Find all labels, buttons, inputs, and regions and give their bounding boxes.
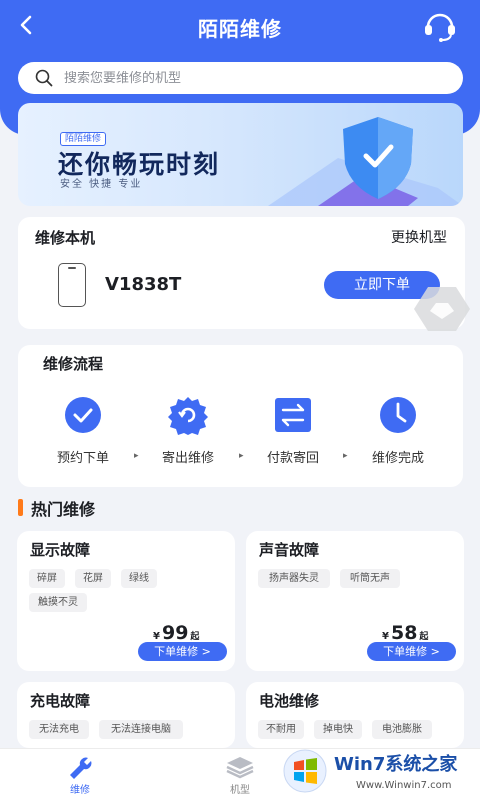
repair-process-card: 维修流程 预约下单 ▸ 寄出维修 ▸ 付款寄回 ▸ 维修完成 — [18, 345, 463, 487]
section-accent-bar — [18, 499, 23, 516]
headset-icon[interactable] — [422, 9, 458, 43]
step-arrow: ▸ — [343, 451, 348, 461]
step-arrow: ▸ — [134, 451, 139, 461]
fault-tag[interactable]: 无法连接电脑 — [99, 720, 183, 739]
wrench-icon — [66, 755, 94, 779]
fault-tag[interactable]: 掉电快 — [314, 720, 362, 739]
process-step-label: 维修完成 — [371, 451, 424, 466]
repair-card-title: 充电故障 — [30, 692, 91, 710]
repair-card-title: 电池维修 — [259, 692, 320, 710]
repair-card-title: 显示故障 — [30, 541, 91, 559]
fault-tag[interactable]: 电池膨胀 — [372, 720, 432, 739]
device-model: V1838T — [105, 274, 182, 295]
tab-repair[interactable]: 维修 — [20, 749, 140, 800]
promo-banner[interactable]: 陌陌维修 还你畅玩时刻 安全 快捷 专业 — [18, 103, 463, 206]
order-repair-button[interactable]: 下单维修 > — [367, 642, 456, 661]
price-label: ¥58 起 — [382, 622, 429, 644]
fault-tag[interactable]: 不耐用 — [258, 720, 304, 739]
fault-tag[interactable]: 花屏 — [75, 569, 111, 588]
windows-logo-icon — [282, 748, 328, 794]
process-title: 维修流程 — [43, 355, 104, 373]
fault-tag[interactable]: 绿线 — [121, 569, 157, 588]
hot-repairs-title: 热门维修 — [31, 500, 96, 519]
search-input[interactable] — [64, 70, 444, 86]
fault-tag[interactable]: 碎屏 — [29, 569, 65, 588]
process-step-label: 付款寄回 — [266, 451, 319, 466]
fault-tag[interactable]: 无法充电 — [29, 720, 89, 739]
process-step-done: 维修完成 — [358, 395, 438, 466]
repair-card-battery[interactable]: 电池维修 不耐用 掉电快 电池膨胀 — [246, 682, 464, 748]
watermark: Win7系统之家 Www.Winwin7.com — [276, 744, 480, 800]
banner-tag: 陌陌维修 — [60, 132, 107, 146]
layers-icon — [226, 755, 254, 779]
watermark-url: Www.Winwin7.com — [356, 780, 452, 791]
fault-tag[interactable]: 听筒无声 — [340, 569, 400, 588]
process-step-label: 预约下单 — [56, 451, 109, 466]
change-model-link[interactable]: 更换机型 — [391, 227, 447, 247]
device-card: 维修本机 更换机型 V1838T 立即下单 — [18, 217, 465, 329]
step-arrow: ▸ — [239, 451, 244, 461]
price-label: ¥99 起 — [153, 622, 200, 644]
process-step-ship: 寄出维修 — [148, 395, 228, 466]
process-step-label: 寄出维修 — [161, 451, 214, 466]
device-card-title: 维修本机 — [35, 229, 96, 247]
tab-label: 维修 — [70, 785, 90, 796]
search-bar[interactable] — [18, 62, 463, 94]
process-step-pay: 付款寄回 — [253, 395, 333, 466]
repair-card-charging[interactable]: 充电故障 无法充电 无法连接电脑 — [17, 682, 235, 748]
repair-card-title: 声音故障 — [259, 541, 320, 559]
repair-card-display[interactable]: 显示故障 碎屏 花屏 绿线 触摸不灵 ¥99 起 下单维修 > — [17, 531, 235, 671]
fault-tag[interactable]: 扬声器失灵 — [258, 569, 330, 588]
clock-icon — [375, 395, 421, 435]
repair-card-sound[interactable]: 声音故障 扬声器失灵 听筒无声 ¥58 起 下单维修 > — [246, 531, 464, 671]
floating-hexagon-icon[interactable] — [414, 285, 470, 333]
page-title: 陌陌维修 — [198, 17, 282, 41]
search-icon — [34, 68, 54, 88]
phone-icon — [58, 263, 86, 307]
watermark-title: Win7系统之家 — [334, 754, 458, 775]
banner-subtitle: 安全 快捷 专业 — [60, 179, 143, 190]
shield-check-icon — [333, 109, 433, 204]
check-circle-icon — [60, 395, 106, 435]
gear-refresh-icon — [165, 395, 211, 435]
order-repair-button[interactable]: 下单维修 > — [138, 642, 227, 661]
fault-tag[interactable]: 触摸不灵 — [29, 593, 87, 612]
exchange-icon — [270, 395, 316, 435]
process-step-book: 预约下单 — [43, 395, 123, 466]
